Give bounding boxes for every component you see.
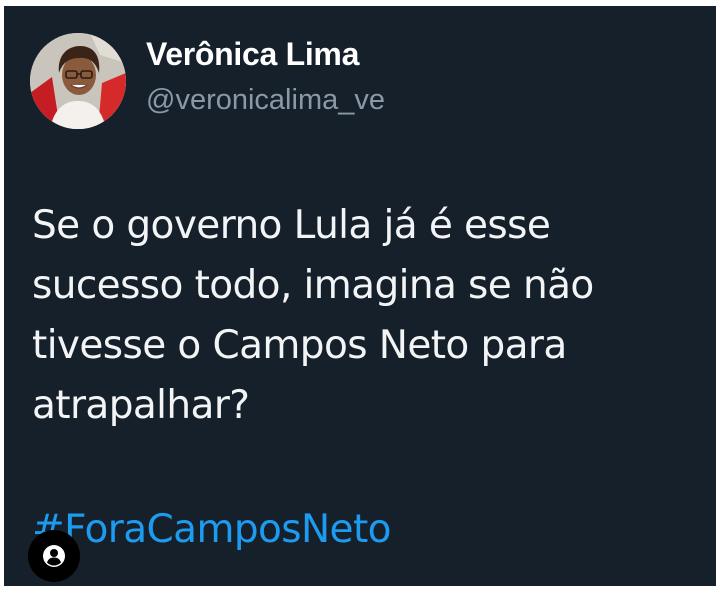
user-circle-icon — [43, 545, 65, 567]
tweet-text-line: atrapalhar? — [32, 383, 250, 428]
hashtag-link[interactable]: #ForaCamposNeto — [32, 500, 392, 560]
tweet-text-line: sucesso todo, imagina se não — [32, 263, 594, 308]
tweet-card: Verônica Lima @veronicalima_ve Se o gove… — [4, 6, 716, 586]
author-avatar[interactable] — [30, 33, 126, 129]
author-display-name[interactable]: Verônica Lima — [146, 36, 359, 73]
author-handle[interactable]: @veronicalima_ve — [146, 84, 385, 117]
profile-button[interactable] — [28, 530, 80, 582]
tweet-text-line: tivesse o Campos Neto para — [32, 323, 567, 368]
tweet-text: Se o governo Lula já é esse sucesso todo… — [32, 196, 702, 436]
tweet-text-line: Se o governo Lula já é esse — [32, 203, 551, 248]
profile-photo-icon — [30, 33, 126, 129]
screenshot-frame: Verônica Lima @veronicalima_ve Se o gove… — [0, 0, 720, 592]
